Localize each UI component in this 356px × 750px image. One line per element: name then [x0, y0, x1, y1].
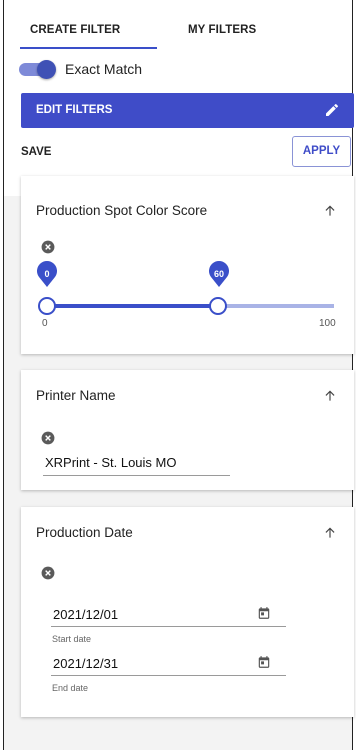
- edit-filters-label: EDIT FILTERS: [36, 104, 113, 116]
- slider-rail-inactive: [218, 304, 334, 308]
- clear-icon[interactable]: [41, 240, 55, 254]
- printer-name-input[interactable]: XRPrint - St. Louis MO: [45, 455, 176, 470]
- arrow-up-icon[interactable]: [323, 388, 337, 404]
- card-title: Printer Name: [36, 388, 116, 403]
- apply-button[interactable]: APPLY: [292, 136, 351, 167]
- pencil-icon[interactable]: [324, 102, 340, 118]
- max-value-label: 60: [213, 269, 224, 279]
- toggle-knob[interactable]: [37, 60, 56, 79]
- arrow-up-icon[interactable]: [323, 203, 337, 219]
- calendar-icon[interactable]: [257, 655, 271, 669]
- clear-icon[interactable]: [41, 431, 55, 445]
- input-underline: [51, 626, 286, 627]
- end-date-helper: End date: [52, 683, 89, 693]
- production-date-filter-card: Production Date 2021/12/01 Start date 20…: [21, 507, 354, 717]
- printer-name-filter-card: Printer Name XRPrint - St. Louis MO: [21, 370, 354, 490]
- scale-min-label: 0: [42, 318, 48, 329]
- slider-min-thumb[interactable]: [38, 297, 56, 315]
- exact-match-label: Exact Match: [65, 61, 143, 77]
- card-title: Production Spot Color Score: [36, 203, 208, 218]
- arrow-up-icon[interactable]: [323, 525, 337, 541]
- active-tab-indicator: [20, 47, 157, 49]
- end-date-input[interactable]: 2021/12/31: [53, 656, 118, 671]
- input-underline: [51, 675, 286, 676]
- tab-create-filter[interactable]: CREATE FILTER: [30, 24, 120, 36]
- save-button[interactable]: SAVE: [21, 146, 51, 158]
- input-underline: [43, 475, 230, 476]
- scale-max-label: 100: [319, 318, 336, 329]
- min-value-label: 0: [44, 269, 50, 279]
- card-title: Production Date: [36, 525, 133, 540]
- clear-icon[interactable]: [41, 566, 55, 580]
- filter-panel: CREATE FILTER MY FILTERS Exact Match EDI…: [3, 0, 354, 750]
- spot-color-filter-card: Production Spot Color Score 0 60 0 100: [21, 176, 354, 354]
- tab-my-filters[interactable]: MY FILTERS: [188, 24, 256, 36]
- edit-filters-bar[interactable]: EDIT FILTERS: [21, 93, 354, 128]
- start-date-helper: Start date: [52, 634, 92, 644]
- calendar-icon[interactable]: [257, 606, 271, 620]
- slider-rail-active: [46, 304, 218, 308]
- slider-max-thumb[interactable]: [209, 297, 227, 315]
- start-date-input[interactable]: 2021/12/01: [53, 607, 118, 622]
